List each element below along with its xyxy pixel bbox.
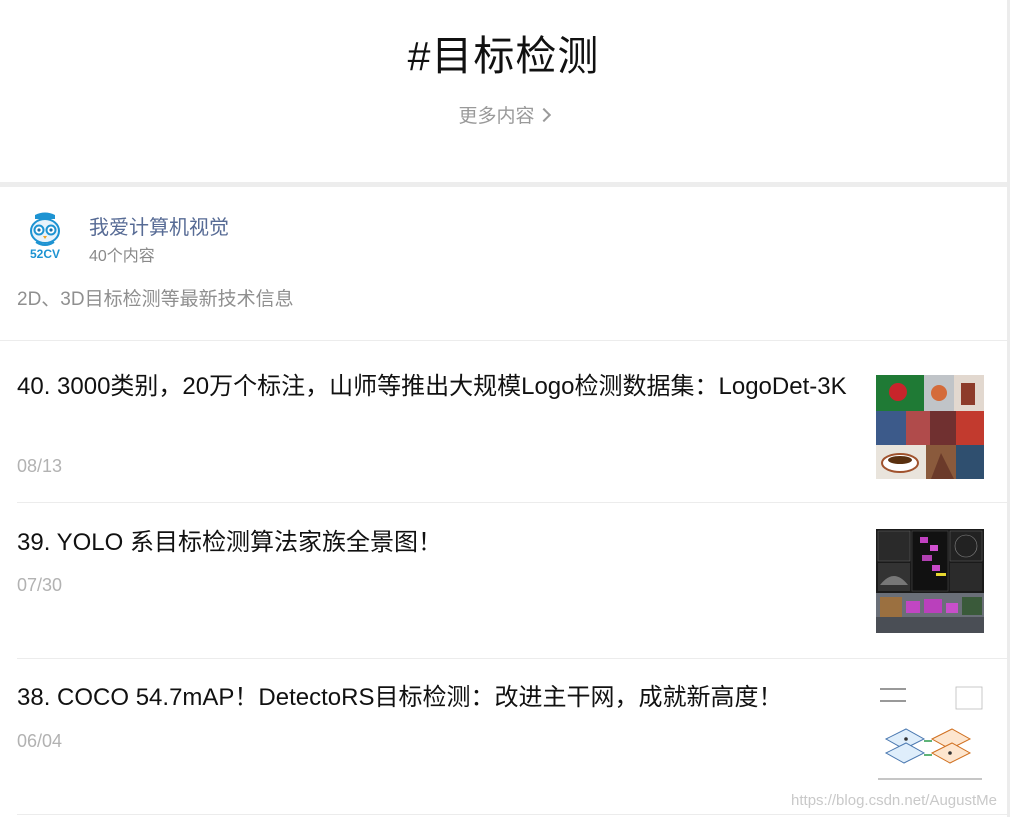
- chevron-right-icon: [536, 107, 551, 123]
- topic-title: #目标检测: [407, 33, 600, 79]
- account-description: 2D、3D目标检测等最新技术信息: [17, 289, 294, 310]
- article-date: 06/04: [17, 731, 63, 751]
- topic-page: #目标检测 更多内容 52CV 我爱计算机视觉 40个内容 2D、3D目标检测等…: [0, 0, 1010, 817]
- article-date: 07/30: [17, 575, 63, 595]
- article-title[interactable]: 39. YOLO 系目标检测算法家族全景图！: [17, 525, 855, 560]
- account-name[interactable]: 我爱计算机视觉: [89, 214, 229, 242]
- article-list: 40. 3000类别，20万个标注，山师等推出大规模Logo检测数据集：Logo…: [0, 341, 1007, 815]
- article-date: 08/13: [17, 456, 63, 476]
- list-item[interactable]: 39. YOLO 系目标检测算法家族全景图！ 07/30: [17, 503, 1007, 659]
- watermark: https://blog.csdn.net/AugustMe: [791, 792, 997, 809]
- account-card: 52CV 我爱计算机视觉 40个内容 2D、3D目标检测等最新技术信息: [0, 187, 1007, 341]
- article-title[interactable]: 40. 3000类别，20万个标注，山师等推出大规模Logo检测数据集：Logo…: [17, 369, 855, 404]
- article-thumbnail[interactable]: [876, 375, 984, 479]
- avatar[interactable]: 52CV: [22, 211, 68, 261]
- article-thumbnail[interactable]: [876, 683, 984, 787]
- account-article-count: 40个内容: [89, 248, 155, 265]
- article-title[interactable]: 38. COCO 54.7mAP！DetectoRS目标检测：改进主干网，成就新…: [17, 680, 855, 715]
- article-thumbnail[interactable]: [876, 529, 984, 633]
- owl-logo-icon: [30, 212, 60, 246]
- more-content-link[interactable]: 更多内容: [0, 104, 1007, 130]
- topic-header: #目标检测 更多内容: [0, 0, 1007, 182]
- more-content-label: 更多内容: [458, 106, 535, 127]
- list-item[interactable]: 40. 3000类别，20万个标注，山师等推出大规模Logo检测数据集：Logo…: [17, 341, 1007, 503]
- avatar-text: 52CV: [30, 247, 60, 261]
